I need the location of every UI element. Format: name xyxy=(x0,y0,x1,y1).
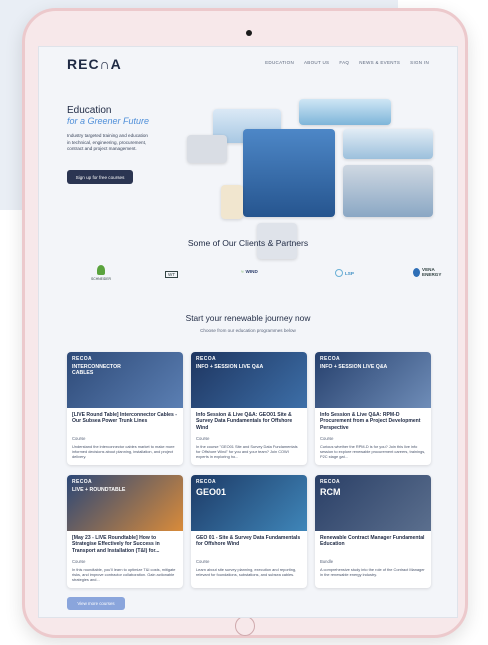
course-type: Bundle xyxy=(320,559,334,564)
course-type: Course xyxy=(196,559,210,564)
hero-title: Education xyxy=(67,105,112,116)
course-card[interactable]: RECOA INTERCONNECTOR CABLES [LIVE Round … xyxy=(67,352,183,465)
collage-tile-vessel xyxy=(243,129,335,217)
thumbnail-heading: LIVE + ROUNDTABLE xyxy=(72,487,126,493)
collage-tile-presenter xyxy=(187,135,227,163)
course-description: In this roundtable, you'll learn to opti… xyxy=(72,567,176,582)
thumbnail-brand: RECOA xyxy=(72,479,93,485)
course-title[interactable]: GEO 01 - Site & Survey Data Fundamentals… xyxy=(196,535,302,548)
thumbnail-brand: RECOA xyxy=(320,356,341,362)
thumbnail-heading: GEO01 xyxy=(196,487,227,497)
nav-link-education[interactable]: EDUCATION xyxy=(265,60,294,65)
course-type: Course xyxy=(196,436,210,441)
thumbnail-heading: INTERCONNECTOR CABLES xyxy=(72,364,121,376)
collage-tile-sea xyxy=(299,99,391,125)
thumbnail-heading: RCM xyxy=(320,487,341,497)
course-title[interactable]: [LIVE Round Table] Interconnector Cables… xyxy=(72,412,178,425)
collage-tile-monopile xyxy=(221,185,243,219)
client-logo-5: VENA ENERGY xyxy=(413,267,444,277)
client-logos: SCHNEIDER WT ≈ WIND LSP VENA ENERGY xyxy=(91,265,441,285)
course-card[interactable]: RECOA LIVE + ROUNDTABLE [May 23 - LIVE R… xyxy=(67,475,183,588)
client-logo-4: LSP xyxy=(335,269,354,277)
hero-description: Industry targeted training and education… xyxy=(67,133,148,151)
top-nav: REC∩A EDUCATION ABOUT US FAQ NEWS & EVEN… xyxy=(39,47,457,79)
collage-tile-ship xyxy=(343,129,433,159)
wind-icon: ≈ xyxy=(241,269,244,274)
thumbnail-brand: RECOA xyxy=(196,356,217,362)
recoa-logo[interactable]: REC∩A xyxy=(67,56,122,72)
thumbnail-heading: INFO + SESSION LIVE Q&A xyxy=(320,364,388,370)
client-logo-2: WT xyxy=(165,271,179,278)
drop-icon xyxy=(413,267,420,277)
journey-subtitle: Choose from our education programmes bel… xyxy=(200,328,296,333)
thumbnail-heading: INFO + SESSION LIVE Q&A xyxy=(196,364,264,370)
screen: REC∩A EDUCATION ABOUT US FAQ NEWS & EVEN… xyxy=(38,46,458,618)
circle-icon xyxy=(335,269,343,277)
course-description: Learn about site survey planning, execut… xyxy=(196,567,297,577)
nav-link-faq[interactable]: FAQ xyxy=(339,60,349,65)
course-type: Course xyxy=(320,436,334,441)
thumbnail-brand: RECOA xyxy=(196,479,217,485)
course-card[interactable]: RECOA GEO01 GEO 01 - Site & Survey Data … xyxy=(191,475,307,588)
course-card[interactable]: RECOA INFO + SESSION LIVE Q&A Info Sessi… xyxy=(315,352,431,465)
course-title[interactable]: [May 23 - LIVE Roundtable] How to Strate… xyxy=(72,535,178,554)
course-title[interactable]: Info Session & Live Q&A: GEO01 Site & Su… xyxy=(196,412,302,431)
leaf-icon xyxy=(96,265,105,275)
course-description: In the course "GEO01 Site and Survey Dat… xyxy=(196,444,298,459)
thumbnail-brand: RECOA xyxy=(320,479,341,485)
home-button[interactable] xyxy=(235,616,255,636)
course-card[interactable]: RECOA INFO + SESSION LIVE Q&A Info Sessi… xyxy=(191,352,307,465)
camera-icon xyxy=(246,30,252,36)
course-type: Course xyxy=(72,436,86,441)
course-title[interactable]: Renewable Contract Manager Fundamental E… xyxy=(320,535,426,548)
course-description: A comprehensive study into the role of t… xyxy=(320,567,425,577)
signup-button[interactable]: Sign up for free courses xyxy=(67,170,133,184)
course-description: Curious whether the RPM-D is for you? Jo… xyxy=(320,444,426,459)
course-type: Course xyxy=(72,559,86,564)
course-description: Understand the interconnector cables mar… xyxy=(72,444,175,459)
nav-link-signin[interactable]: SIGN IN xyxy=(410,60,429,65)
view-more-courses-button[interactable]: View more courses xyxy=(67,597,125,610)
client-logo-1: SCHNEIDER xyxy=(91,265,111,281)
nav-link-news[interactable]: NEWS & EVENTS xyxy=(359,60,400,65)
clients-title: Some of Our Clients & Partners xyxy=(187,238,309,248)
collage-tile-speaker xyxy=(343,165,433,217)
course-card[interactable]: RECOA RCM Renewable Contract Manager Fun… xyxy=(315,475,431,588)
hero-subtitle: for a Greener Future xyxy=(67,116,150,126)
nav-links: EDUCATION ABOUT US FAQ NEWS & EVENTS SIG… xyxy=(265,60,429,65)
nav-link-about[interactable]: ABOUT US xyxy=(304,60,329,65)
journey-title: Start your renewable journey now xyxy=(185,313,311,323)
client-logo-3: ≈ WIND xyxy=(241,269,258,274)
course-title[interactable]: Info Session & Live Q&A: RPM-D Procureme… xyxy=(320,412,426,431)
thumbnail-brand: RECOA xyxy=(72,356,93,362)
